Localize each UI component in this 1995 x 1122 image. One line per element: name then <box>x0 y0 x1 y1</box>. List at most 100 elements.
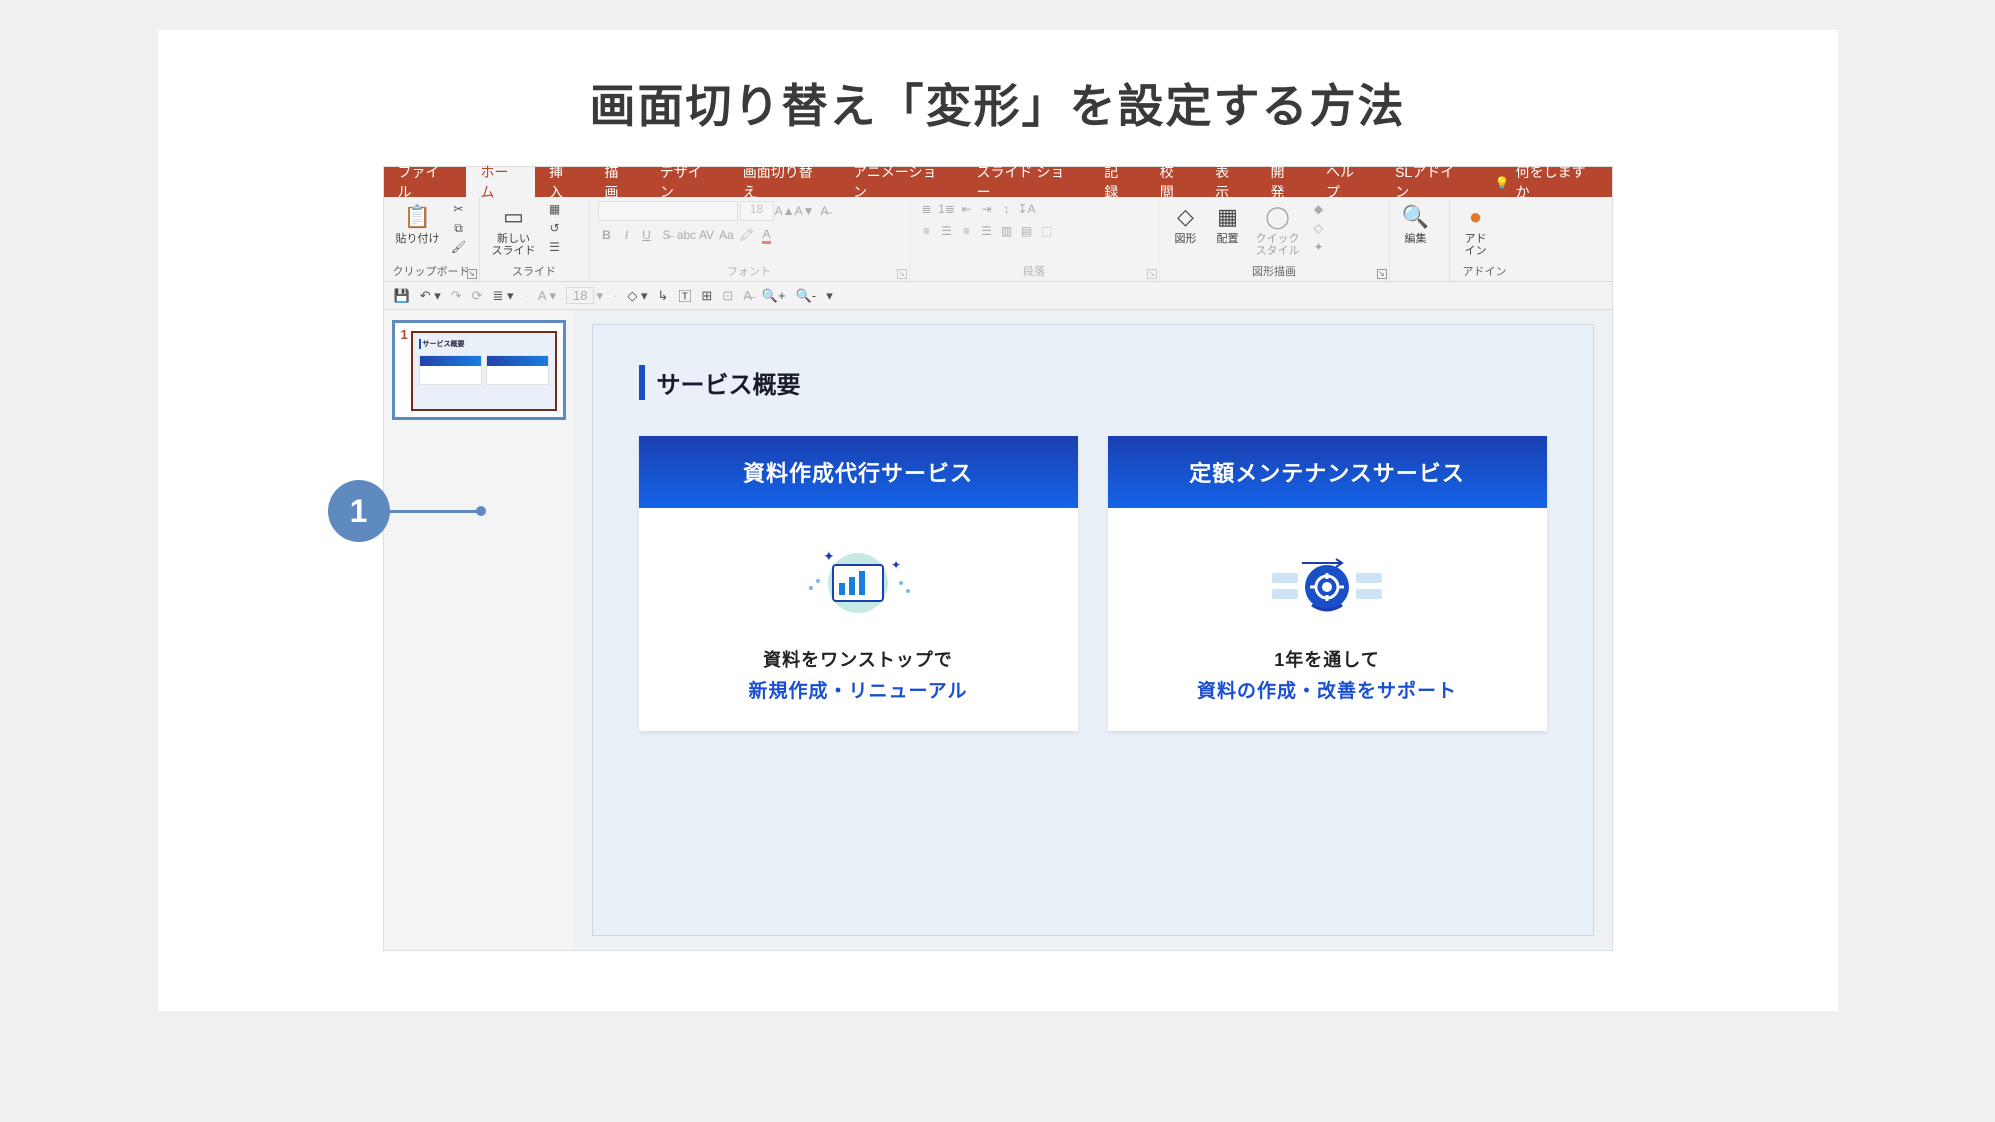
quick-styles-label: クイック スタイル <box>1256 233 1300 257</box>
grow-font-icon[interactable]: A▲ <box>776 203 794 219</box>
reset-icon[interactable]: ↺ <box>546 220 564 236</box>
highlight-icon[interactable]: 🖍 <box>738 227 756 243</box>
align-left-icon[interactable]: ≡ <box>918 223 936 239</box>
tell-me-label: 何をしますか <box>1516 162 1598 202</box>
new-slide-button[interactable]: ▭ 新しい スライド <box>488 201 540 259</box>
tab-draw[interactable]: 描画 <box>591 167 646 197</box>
tell-me[interactable]: 何をしますか <box>1481 167 1612 197</box>
italic-icon[interactable]: I <box>618 227 636 243</box>
format-painter-icon[interactable]: 🖌 <box>450 239 468 255</box>
shadow-icon[interactable]: abc <box>678 227 696 243</box>
paragraph-dialog-launcher[interactable]: ↘ <box>1147 269 1157 279</box>
bullets-icon[interactable]: ≣ <box>918 201 936 217</box>
cut-icon[interactable]: ✂ <box>450 201 468 217</box>
tab-help[interactable]: ヘルプ <box>1312 167 1381 197</box>
slide-thumbnail-1[interactable]: 1 サービス概要 <box>392 320 566 420</box>
copy-icon[interactable]: ⧉ <box>450 220 468 236</box>
paragraph-group-label: 段落 <box>918 263 1151 279</box>
clear-format-icon[interactable]: A̶ <box>816 203 834 219</box>
addin-label: アド イン <box>1465 233 1487 257</box>
font-color-qat-icon[interactable]: A ▾ <box>538 288 556 304</box>
align-text-icon[interactable]: ▤ <box>1018 223 1036 239</box>
arrange-label: 配置 <box>1217 233 1239 245</box>
tab-view[interactable]: 表示 <box>1201 167 1256 197</box>
section-icon[interactable]: ☰ <box>546 239 564 255</box>
page-title: 画面切り替え「変形」を設定する方法 <box>158 70 1838 136</box>
shapes-icon: ◇ <box>1172 203 1200 231</box>
shapes-qat-icon[interactable]: ◇ ▾ <box>627 288 647 304</box>
shapes-button[interactable]: ◇ 図形 <box>1168 201 1204 247</box>
thumb-card <box>486 355 549 385</box>
strike-icon[interactable]: S̶ <box>658 227 676 243</box>
textbox-qat-icon[interactable]: 🅃 <box>678 286 691 305</box>
tab-record[interactable]: 記録 <box>1090 167 1145 197</box>
shape-fill-icon[interactable]: ◆ <box>1310 201 1328 217</box>
shape-outline-icon[interactable]: ◇ <box>1310 220 1328 236</box>
font-size-qat[interactable]: 18 ▾ <box>566 287 603 304</box>
card2-illustration <box>1118 538 1537 628</box>
numbering-icon[interactable]: 1≣ <box>938 201 956 217</box>
tab-animations[interactable]: アニメーション <box>839 167 962 197</box>
ribbon: 📋 貼り付け ✂ ⧉ 🖌 クリップボード ↘ ▭ 新しい スライド <box>384 197 1612 282</box>
smartart-icon[interactable]: ⬚ <box>1038 223 1056 239</box>
card2-line1: 1年を通して <box>1118 646 1537 672</box>
font-family-box[interactable] <box>598 201 738 221</box>
clipboard-dialog-launcher[interactable]: ↘ <box>467 269 477 279</box>
indent-dec-icon[interactable]: ⇤ <box>958 201 976 217</box>
shrink-font-icon[interactable]: A▼ <box>796 203 814 219</box>
tab-developer[interactable]: 開発 <box>1257 167 1312 197</box>
zoom-out-icon[interactable]: 🔍- <box>796 288 817 304</box>
qat-dropdown-icon[interactable]: ▾ <box>826 288 833 304</box>
font-color-icon[interactable]: A <box>758 227 776 243</box>
powerpoint-window: ファイル ホーム 挿入 描画 デザイン 画面切り替え アニメーション スライド … <box>383 166 1613 951</box>
separator: · <box>613 288 617 303</box>
editing-button[interactable]: 🔍 編集 <box>1398 201 1434 247</box>
shape-effects-icon[interactable]: ✦ <box>1310 239 1328 255</box>
redo-icon[interactable]: ↷ <box>451 288 462 304</box>
font-dialog-launcher[interactable]: ↘ <box>897 269 907 279</box>
tab-design[interactable]: デザイン <box>646 167 729 197</box>
bold-icon[interactable]: B <box>598 227 616 243</box>
bullets-qat-icon[interactable]: ≣ ▾ <box>493 288 514 304</box>
slide-canvas[interactable]: サービス概要 資料作成代行サービス <box>574 310 1612 950</box>
new-slide-label: 新しい スライド <box>492 233 536 257</box>
columns-icon[interactable]: ▥ <box>998 223 1016 239</box>
service-card-1: 資料作成代行サービス <box>639 436 1078 731</box>
tab-home[interactable]: ホーム <box>466 167 535 197</box>
justify-icon[interactable]: ☰ <box>978 223 996 239</box>
tab-insert[interactable]: 挿入 <box>535 167 590 197</box>
connector-qat-icon[interactable]: ↳ <box>657 288 668 304</box>
zoom-in-icon[interactable]: 🔍+ <box>762 288 786 304</box>
arrange-icon: ▦ <box>1214 203 1242 231</box>
slide-content[interactable]: サービス概要 資料作成代行サービス <box>592 324 1594 936</box>
group-qat-icon[interactable]: ⊡ <box>722 288 733 304</box>
tab-file[interactable]: ファイル <box>384 167 467 197</box>
font-size-box[interactable]: 18 <box>740 201 774 221</box>
tab-slideshow[interactable]: スライド ショー <box>962 167 1090 197</box>
text-direction-icon[interactable]: ↧A <box>1018 201 1036 217</box>
tab-review[interactable]: 校閲 <box>1146 167 1201 197</box>
save-icon[interactable]: 💾 <box>394 288 410 304</box>
align-center-icon[interactable]: ☰ <box>938 223 956 239</box>
tab-addin[interactable]: SLアドイン <box>1381 167 1481 197</box>
drawing-dialog-launcher[interactable]: ↘ <box>1377 269 1387 279</box>
arrange-button[interactable]: ▦ 配置 <box>1210 201 1246 247</box>
tab-transitions[interactable]: 画面切り替え <box>729 167 839 197</box>
slide-thumbnail-panel: 1 サービス概要 <box>384 310 574 950</box>
indent-inc-icon[interactable]: ⇥ <box>978 201 996 217</box>
quick-access-toolbar: 💾 ↶ ▾ ↷ ⟳ ≣ ▾ · A ▾ 18 ▾ · ◇ ▾ ↳ 🅃 ⊞ ⊡ A… <box>384 282 1612 310</box>
align-right-icon[interactable]: ≡ <box>958 223 976 239</box>
align-qat-icon[interactable]: ⊞ <box>701 288 712 304</box>
card2-line2: 資料の作成・改善をサポート <box>1118 676 1537 703</box>
undo-icon[interactable]: ↶ ▾ <box>420 288 441 304</box>
line-spacing-icon[interactable]: ↕ <box>998 201 1016 217</box>
format-qat-icon[interactable]: A̶ <box>743 288 752 303</box>
quick-styles-button[interactable]: ◯ クイック スタイル <box>1252 201 1304 259</box>
repeat-icon[interactable]: ⟳ <box>472 288 483 304</box>
paste-button[interactable]: 📋 貼り付け <box>392 201 444 247</box>
char-spacing-icon[interactable]: AV <box>698 227 716 243</box>
layout-icon[interactable]: ▦ <box>546 201 564 217</box>
underline-icon[interactable]: U <box>638 227 656 243</box>
addin-button[interactable]: ● アド イン <box>1458 201 1494 259</box>
change-case-icon[interactable]: Aa <box>718 227 736 243</box>
